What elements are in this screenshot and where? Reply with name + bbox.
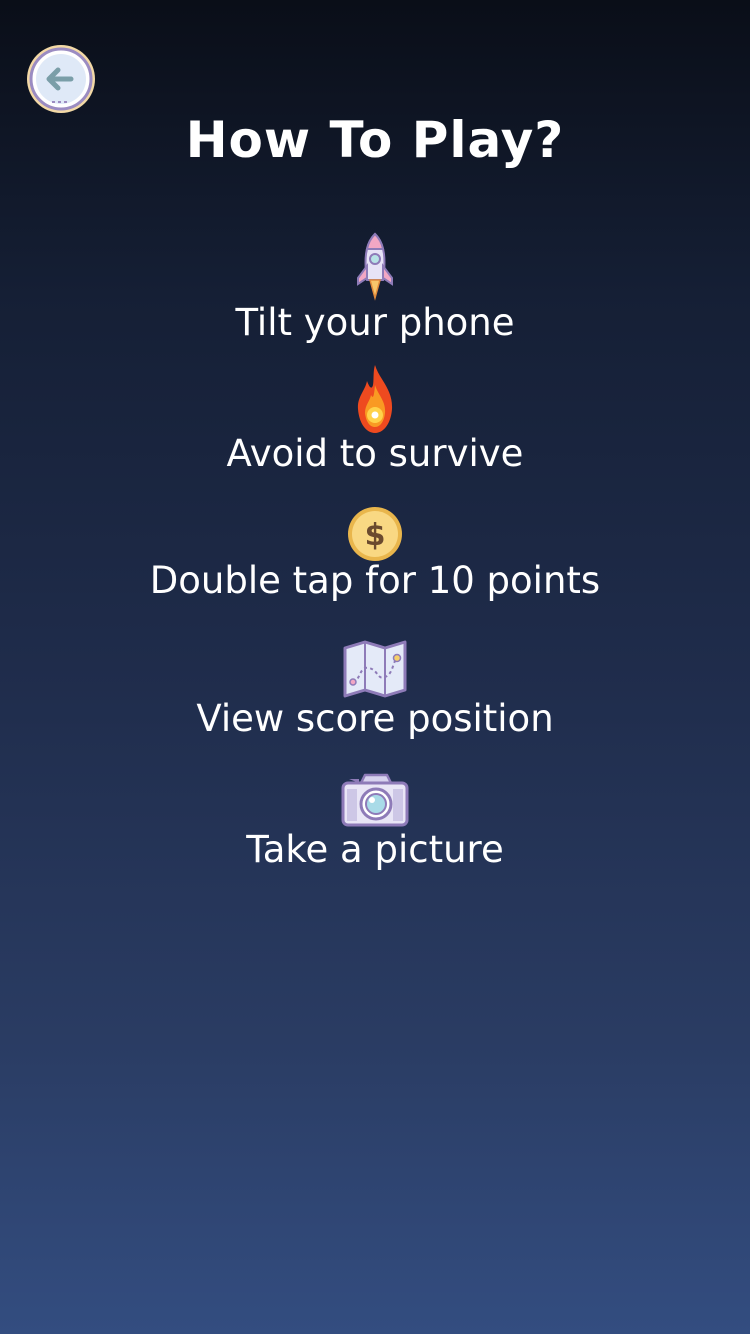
back-button[interactable] (25, 43, 97, 115)
rocket-icon (357, 232, 393, 301)
instruction-label: Tilt your phone (235, 301, 515, 344)
instruction-label: Take a picture (246, 828, 504, 871)
svg-text:$: $ (365, 518, 386, 553)
coin-icon: $ (348, 507, 402, 561)
camera-icon (341, 773, 409, 827)
map-icon (343, 640, 407, 698)
back-arrow-icon (27, 45, 95, 113)
instruction-label: Double tap for 10 points (149, 559, 601, 602)
instruction-take-picture: Take a picture (0, 773, 750, 873)
instruction-avoid: Avoid to survive (0, 363, 750, 477)
instruction-score-position: View score position (0, 640, 750, 742)
fireball-icon (357, 365, 393, 433)
page-title: How To Play? (185, 111, 565, 169)
instruction-label: View score position (196, 697, 554, 740)
instruction-label: Avoid to survive (226, 432, 524, 475)
instruction-double-tap: $ Double tap for 10 points (0, 506, 750, 604)
instruction-tilt: Tilt your phone (0, 232, 750, 346)
